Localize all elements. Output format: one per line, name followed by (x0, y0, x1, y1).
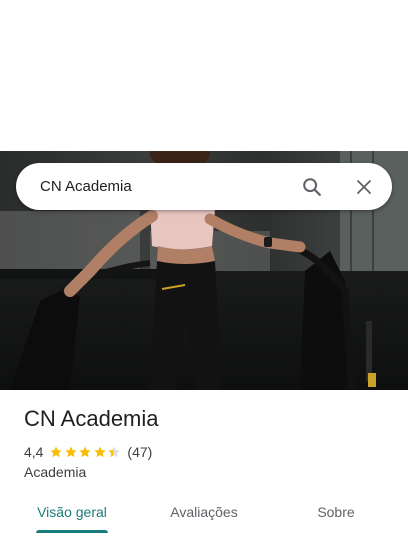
star-icon (108, 446, 120, 458)
search-input[interactable]: CN Academia (40, 178, 300, 195)
star-icon (93, 446, 106, 458)
active-tab-indicator (36, 530, 108, 533)
close-icon[interactable] (352, 175, 376, 199)
star-icon (79, 446, 91, 458)
place-tabs: Visão geral Avaliações Sobre (0, 490, 408, 542)
star-icon (50, 446, 63, 458)
tab-overview[interactable]: Visão geral (16, 490, 128, 534)
place-category: Academia (24, 464, 87, 480)
rating-row[interactable]: 4,4 (47) (24, 443, 152, 461)
tab-about[interactable]: Sobre (280, 490, 392, 534)
search-icon[interactable] (300, 175, 324, 199)
star-icon (65, 446, 77, 458)
place-title: CN Academia (24, 406, 159, 431)
star-rating (49, 445, 121, 459)
review-count[interactable]: (47) (127, 444, 152, 460)
rating-value: 4,4 (24, 444, 44, 460)
tab-reviews[interactable]: Avaliações (148, 490, 260, 534)
search-bar[interactable]: CN Academia (16, 163, 392, 210)
